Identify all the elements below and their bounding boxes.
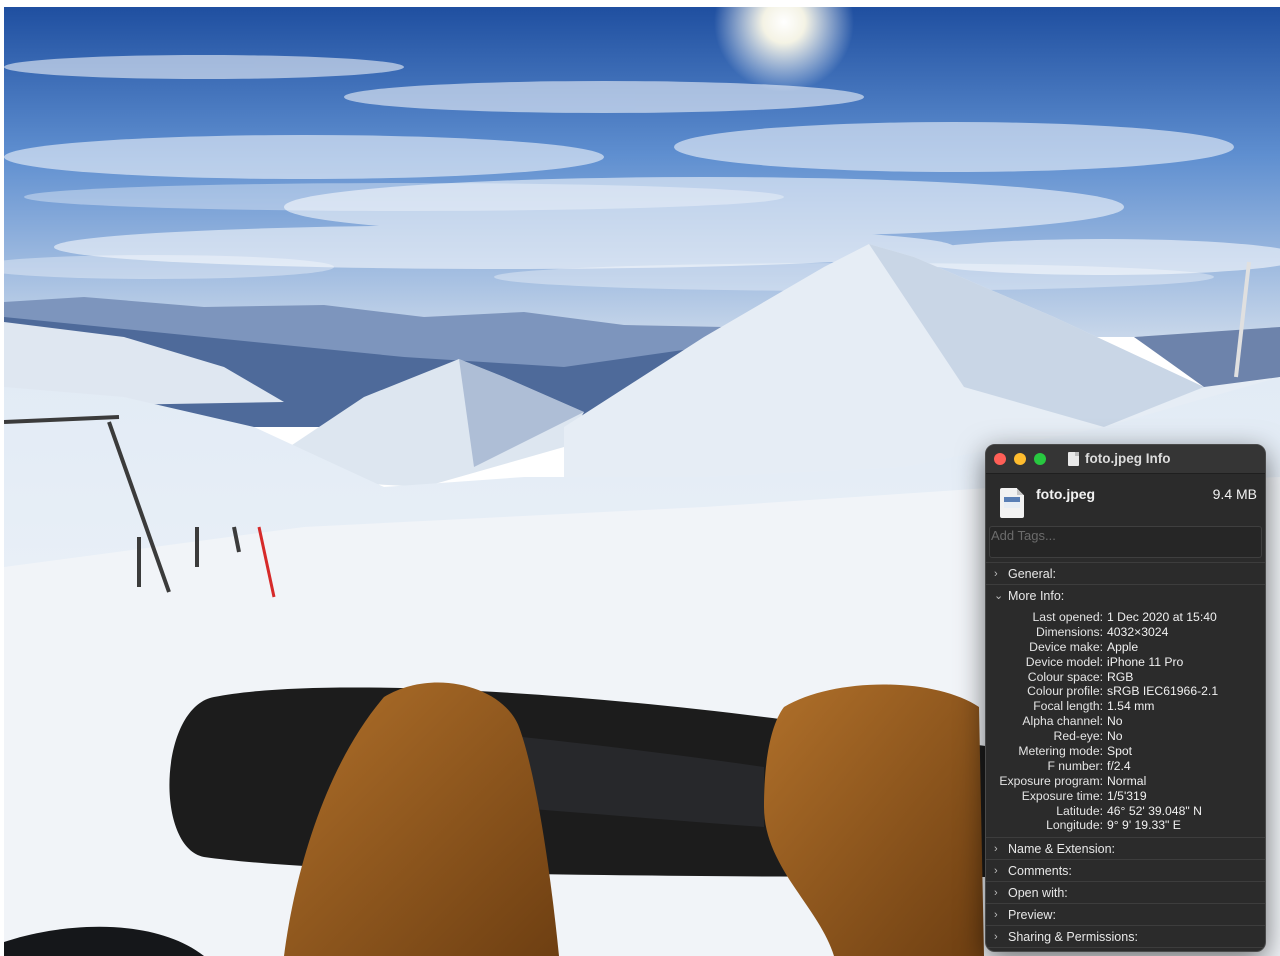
chevron-right-icon: › [994,886,998,899]
info-row: F number: f/2.4 [1047,758,1131,773]
section-more-info[interactable]: ⌄ More Info: [986,585,1265,606]
info-row: Colour profile: sRGB IEC61966-2.1 [1027,684,1219,699]
section-label: Comments: [1008,863,1072,878]
title-bar[interactable]: foto.jpeg Info [986,445,1265,474]
info-row: Focal length: 1.54 mm [1033,699,1155,714]
chevron-right-icon: › [994,908,998,921]
info-row: Device make: Apple [1029,639,1139,654]
chevron-right-icon: › [994,842,998,855]
section-name-extension[interactable]: › Name & Extension: [986,838,1265,861]
info-row: Latitude: 46° 52' 39.048" N [1056,803,1202,818]
file-header: foto.jpeg 9.4 MB [986,474,1265,526]
tags-field[interactable]: Add Tags... [989,526,1262,558]
info-row: Alpha channel: No [1022,714,1123,729]
info-row: Colour space: RGB [1027,669,1134,684]
minimize-button[interactable] [1014,453,1026,465]
section-general[interactable]: › General: [986,563,1265,585]
section-open-with[interactable]: › Open with: [986,882,1265,905]
image-file-icon [1000,488,1024,518]
section-label: General: [1008,566,1056,581]
window-title-text: foto.jpeg Info [1085,451,1171,466]
info-row: Last opened: 1 Dec 2020 at 15:40 [1032,610,1217,624]
info-row: Dimensions: 4032×3024 [1035,624,1169,639]
info-row: Metering mode: Spot [1018,744,1133,759]
zoom-button[interactable] [1034,453,1046,465]
info-window: foto.jpeg Info foto.jpeg 9.4 MB Add Tags… [985,444,1266,952]
section-label: Name & Extension: [1008,841,1115,856]
close-button[interactable] [994,453,1006,465]
info-row: Red-eye: No [1053,729,1123,744]
chevron-right-icon: › [994,864,998,877]
info-row: Device model: iPhone 11 Pro [1025,654,1184,669]
section-label: Preview: [1008,907,1056,922]
chevron-down-icon: ⌄ [994,590,1004,602]
section-comments[interactable]: › Comments: [986,860,1265,883]
window-title: foto.jpeg Info [1068,451,1170,466]
section-sharing-permissions[interactable]: › Sharing & Permissions: [986,926,1265,949]
info-row: Exposure time: 1/5'319 [1021,788,1147,803]
chevron-right-icon: › [994,567,998,580]
info-row: Exposure program: Normal [999,773,1147,788]
document-icon [1068,451,1079,466]
more-info-list: Last opened: 1 Dec 2020 at 15:40 Dimensio… [986,606,1265,839]
file-size: 9.4 MB [1212,486,1257,502]
section-label: Open with: [1008,885,1068,900]
chevron-right-icon: › [994,930,998,943]
info-row: Longitude: 9° 9' 19.33" E [1046,818,1181,833]
file-name: foto.jpeg [1036,486,1096,502]
section-label: Sharing & Permissions: [1008,929,1138,944]
section-label: More Info: [1008,588,1065,603]
section-preview[interactable]: › Preview: [986,904,1265,927]
